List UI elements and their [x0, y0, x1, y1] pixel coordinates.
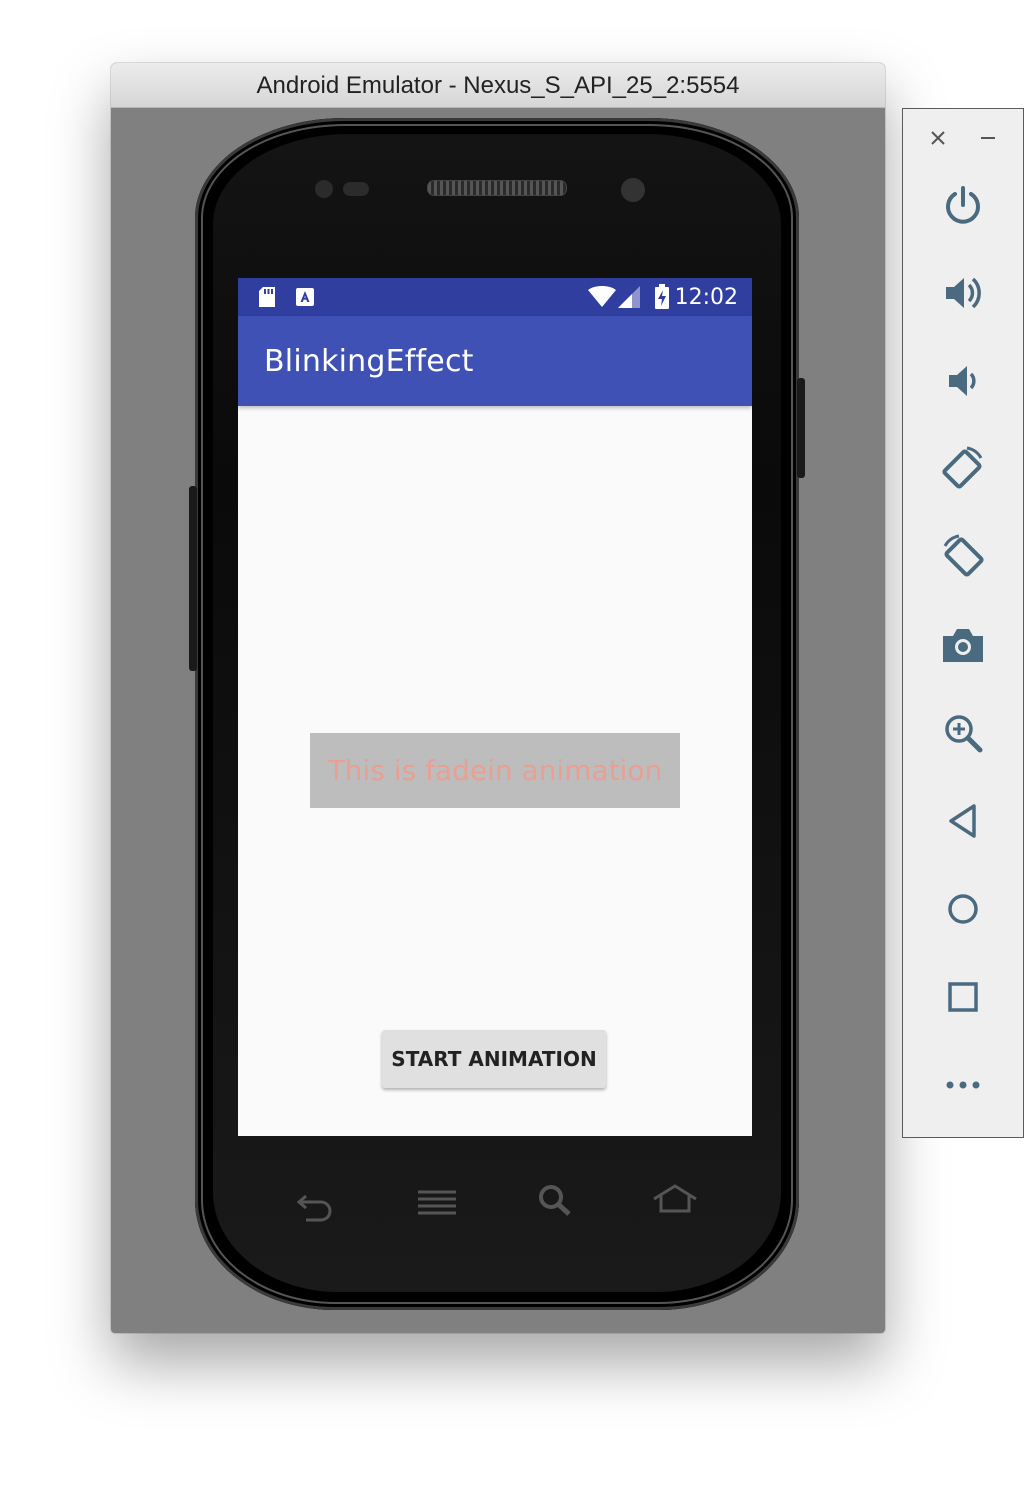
- wifi-icon: [588, 286, 616, 313]
- volume-up-button[interactable]: [903, 263, 1023, 323]
- sd-card-icon: [258, 286, 276, 313]
- earpiece-speaker: [427, 180, 567, 196]
- emulator-window: Android Emulator - Nexus_S_API_25_2:5554: [111, 63, 885, 1333]
- emulator-toolbar: [902, 108, 1024, 1138]
- minimize-icon[interactable]: [979, 129, 997, 152]
- volume-down-button[interactable]: [903, 351, 1023, 411]
- home-button[interactable]: [903, 879, 1023, 939]
- device-screen: 12:02 BlinkingEffect This is fadein anim…: [238, 278, 752, 1136]
- proximity-sensor: [315, 180, 333, 198]
- battery-charging-icon: [654, 284, 670, 315]
- close-icon[interactable]: [929, 129, 947, 152]
- side-button-right: [797, 378, 805, 478]
- fadein-text-view: This is fadein animation: [310, 733, 680, 808]
- power-icon: [946, 186, 980, 224]
- overview-icon: [948, 982, 978, 1012]
- front-camera: [621, 178, 645, 202]
- home-icon: [948, 894, 978, 924]
- rotate-left-icon: [942, 446, 983, 489]
- zoom-icon: [945, 715, 983, 753]
- back-key-icon[interactable]: [294, 1190, 336, 1227]
- signal-icon: [618, 286, 640, 313]
- camera-icon: [943, 629, 983, 662]
- home-key-icon[interactable]: [651, 1183, 699, 1220]
- back-icon: [949, 804, 976, 838]
- zoom-button[interactable]: [903, 703, 1023, 763]
- rotate-left-button[interactable]: [903, 439, 1023, 499]
- search-key-icon[interactable]: [537, 1183, 573, 1222]
- status-clock: 12:02: [674, 285, 738, 310]
- menu-key-icon[interactable]: [416, 1188, 458, 1223]
- fadein-text: This is fadein animation: [327, 754, 663, 787]
- app-bar: BlinkingEffect: [238, 316, 752, 406]
- screenshot-button[interactable]: [903, 615, 1023, 675]
- rotate-right-icon: [943, 534, 984, 577]
- app-title: BlinkingEffect: [264, 344, 474, 379]
- start-animation-button[interactable]: START ANIMATION: [382, 1030, 606, 1088]
- more-button[interactable]: [903, 1055, 1023, 1115]
- more-icon: [946, 1081, 980, 1089]
- rotate-right-button[interactable]: [903, 527, 1023, 587]
- overview-button[interactable]: [903, 967, 1023, 1027]
- back-button[interactable]: [903, 791, 1023, 851]
- window-title: Android Emulator - Nexus_S_API_25_2:5554: [111, 63, 885, 108]
- power-button[interactable]: [903, 175, 1023, 235]
- light-sensor: [343, 182, 369, 196]
- status-bar: 12:02: [238, 278, 752, 316]
- volume-down-icon: [949, 366, 976, 396]
- side-button-left: [189, 486, 197, 671]
- volume-up-icon: [946, 277, 981, 309]
- keyboard-a-icon: [296, 288, 314, 311]
